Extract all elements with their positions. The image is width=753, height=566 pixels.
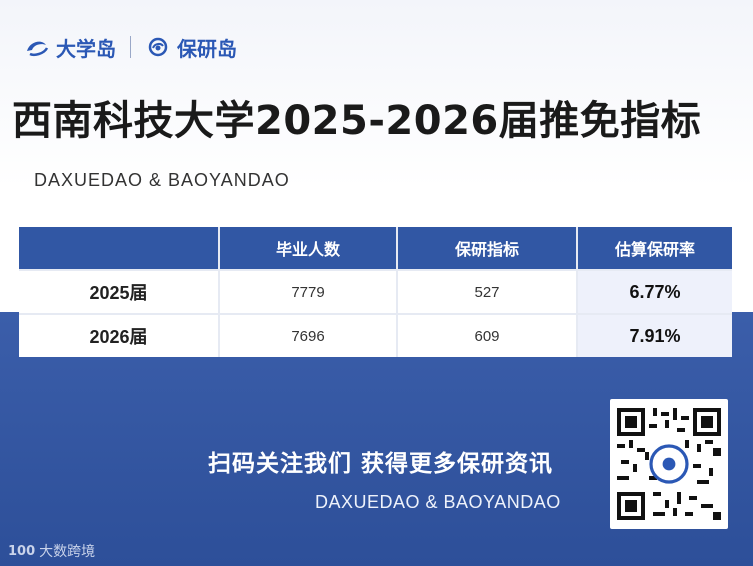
table-header-rate: 估算保研率 <box>577 227 732 270</box>
table-cell-rate: 6.77% <box>577 269 732 314</box>
table-cell-graduates: 7696 <box>219 313 398 357</box>
watermark-text: 大数跨境 <box>39 544 96 560</box>
page-subtitle: DAXUEDAO & BAOYANDAO <box>34 170 290 190</box>
table-header-row: 毕业人数 保研指标 估算保研率 <box>19 227 732 270</box>
daxuedao-logo-text: 大学岛 <box>56 36 116 61</box>
baoyandao-logo-icon <box>148 37 168 57</box>
table-cell-rate: 7.91% <box>577 313 732 357</box>
page-title: 西南科技大学2025-2026届推免指标 <box>12 98 702 144</box>
table-row: 2025届 7779 527 6.77% <box>19 269 732 314</box>
cta-subtitle: DAXUEDAO & BAOYANDAO <box>315 492 561 512</box>
daxuedao-logo: 大学岛 <box>24 33 116 62</box>
baoyandao-logo: 保研岛 <box>145 33 237 62</box>
watermark: 100 大数跨境 <box>8 541 95 561</box>
table-header-blank <box>19 227 220 270</box>
watermark-logo-icon: 100 <box>8 543 36 559</box>
table-cell-quota: 609 <box>397 313 578 357</box>
table-cell-quota: 527 <box>397 269 578 314</box>
table-cell-year: 2025届 <box>19 269 220 314</box>
daxuedao-logo-icon <box>27 41 49 56</box>
baoyandao-logo-text: 保研岛 <box>177 36 237 61</box>
qr-code-icon <box>617 408 721 520</box>
table-header-graduates: 毕业人数 <box>219 227 398 270</box>
logo-divider <box>130 36 131 58</box>
quota-table: 毕业人数 保研指标 估算保研率 2025届 7779 527 6.77% 202… <box>19 227 732 357</box>
table-header-quota: 保研指标 <box>397 227 578 270</box>
table-cell-year: 2026届 <box>19 313 220 357</box>
table-row: 2026届 7696 609 7.91% <box>19 313 732 357</box>
qr-code[interactable] <box>610 399 728 529</box>
cta-text: 扫码关注我们 获得更多保研资讯 <box>208 451 554 477</box>
table-cell-graduates: 7779 <box>219 269 398 314</box>
logo-row: 大学岛 保研岛 <box>24 32 237 62</box>
